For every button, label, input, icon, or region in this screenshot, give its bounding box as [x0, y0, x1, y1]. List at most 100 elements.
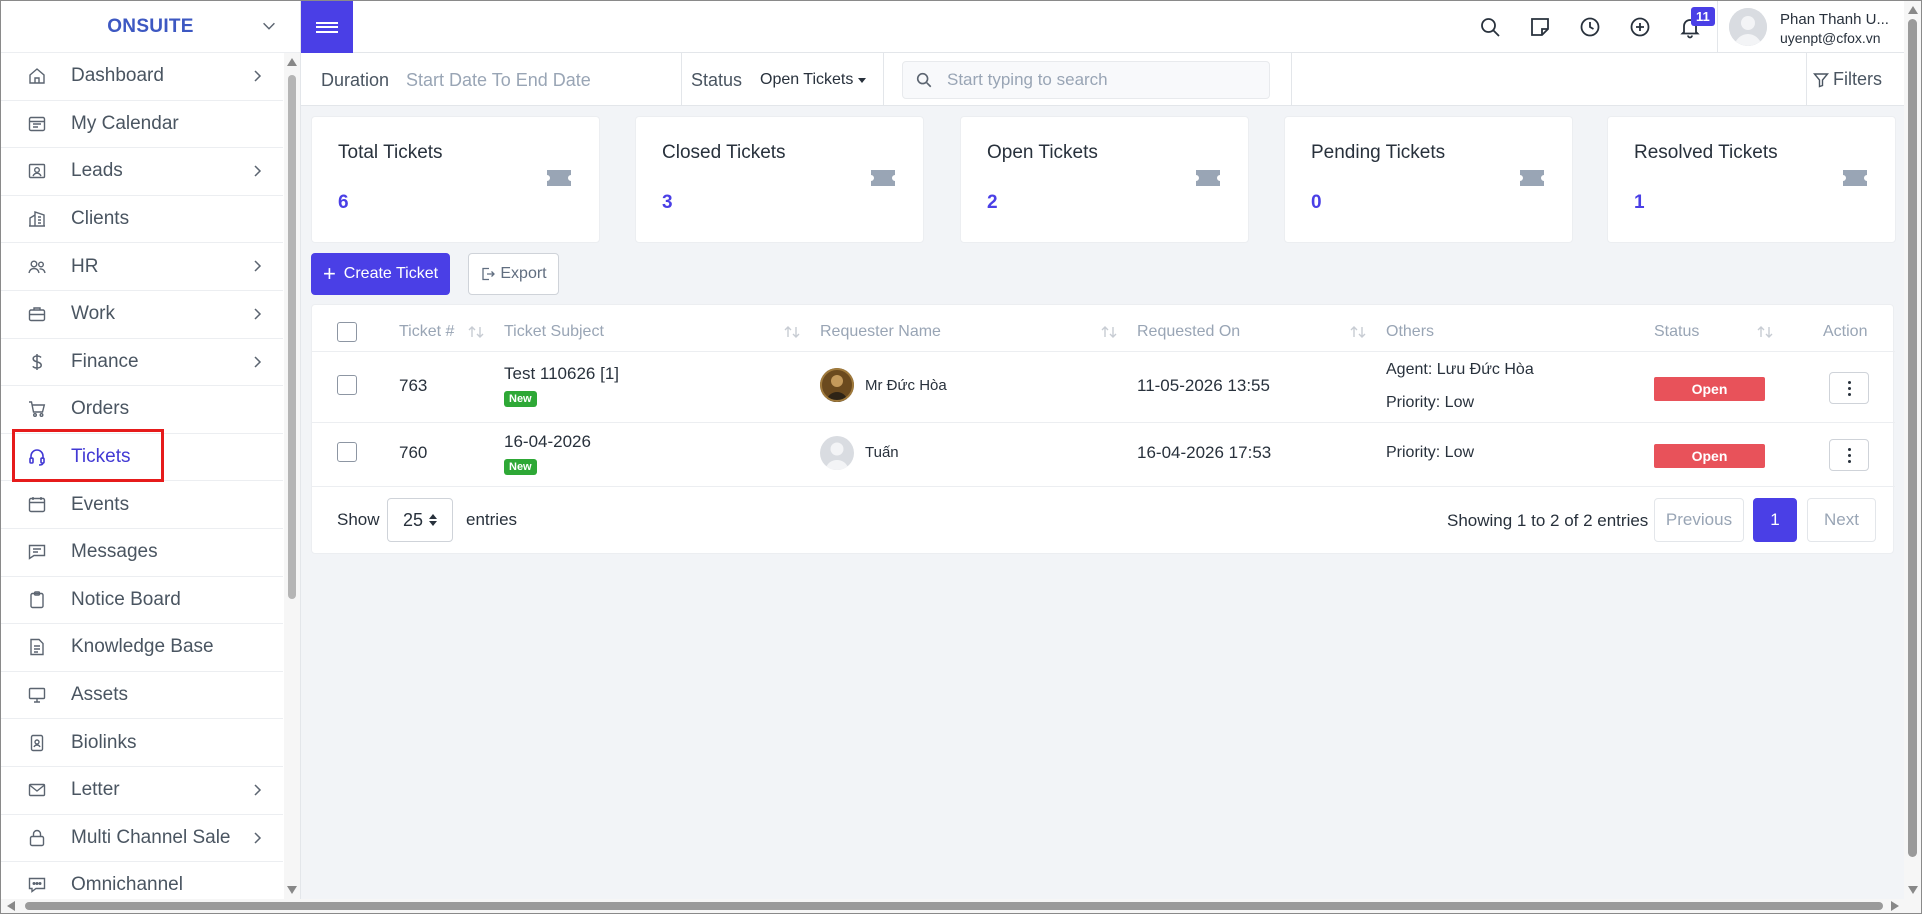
- vertical-scroll-thumb[interactable]: [1908, 19, 1917, 857]
- stat-card-closed-tickets[interactable]: Closed Tickets 3: [635, 116, 924, 243]
- sort-icon[interactable]: [1349, 324, 1367, 340]
- column-header-status[interactable]: Status: [1654, 323, 1699, 341]
- scroll-right-arrow-icon[interactable]: [1891, 901, 1899, 911]
- menu-toggle-button[interactable]: [301, 1, 353, 53]
- tickets-table: Ticket # Ticket Subject Requester Name R…: [311, 304, 1895, 554]
- sidebar-item-assets[interactable]: Assets: [1, 672, 283, 720]
- sidebar-item-label: Multi Channel Sale: [71, 826, 231, 848]
- row-action-button[interactable]: [1829, 372, 1869, 404]
- duration-label: Duration: [321, 70, 390, 90]
- new-badge: New: [504, 459, 537, 475]
- entries-label: entries: [466, 510, 518, 529]
- sidebar-item-hr[interactable]: HR: [1, 243, 283, 291]
- sidebar-item-dashboard[interactable]: Dashboard: [1, 53, 283, 101]
- sidebar-item-notice-board[interactable]: Notice Board: [1, 577, 283, 625]
- status-dropdown[interactable]: Open Tickets: [760, 71, 867, 89]
- divider: [1717, 1, 1718, 53]
- stat-card-open-tickets[interactable]: Open Tickets 2: [960, 116, 1249, 243]
- sort-icon[interactable]: [783, 324, 801, 340]
- sidebar-scroll-thumb[interactable]: [288, 75, 296, 599]
- date-range-input[interactable]: Start Date To End Date: [406, 70, 591, 91]
- divider: [1291, 53, 1292, 106]
- divider: [312, 351, 1895, 352]
- search-icon[interactable]: [1478, 15, 1502, 39]
- row-checkbox[interactable]: [337, 442, 357, 462]
- chevron-down-icon[interactable]: [260, 17, 278, 35]
- sidebar-item-clients[interactable]: Clients: [1, 196, 283, 244]
- search-input[interactable]: [947, 70, 1247, 90]
- sort-icon[interactable]: [1756, 324, 1774, 340]
- user-avatar[interactable]: [1729, 8, 1767, 46]
- hamburger-icon: [316, 19, 338, 35]
- page-horizontal-scrollbar[interactable]: [1, 899, 1921, 913]
- sidebar-item-multi-channel-sale[interactable]: Multi Channel Sale: [1, 815, 283, 863]
- scroll-down-arrow-icon[interactable]: [1908, 886, 1918, 894]
- column-header-ticket-subject[interactable]: Ticket Subject: [504, 323, 604, 341]
- building-icon: [26, 208, 48, 230]
- sidebar-item-events[interactable]: Events: [1, 481, 283, 529]
- create-ticket-button[interactable]: + Create Ticket: [311, 253, 450, 295]
- briefcase-icon: [26, 303, 48, 325]
- next-page-button[interactable]: Next: [1807, 498, 1876, 542]
- scroll-down-arrow-icon[interactable]: [287, 886, 297, 894]
- show-label: Show: [337, 510, 380, 529]
- brand-header[interactable]: ONSUITE: [1, 1, 300, 53]
- ticket-subject[interactable]: Test 110626 [1]: [504, 364, 619, 384]
- requester-name[interactable]: Mr Đức Hòa: [865, 377, 947, 394]
- filter-bar: Duration Start Date To End Date Status O…: [301, 53, 1904, 106]
- row-action-button[interactable]: [1829, 439, 1869, 471]
- select-all-checkbox[interactable]: [337, 322, 357, 342]
- sort-icon[interactable]: [1100, 324, 1118, 340]
- column-header-requester-name[interactable]: Requester Name: [820, 323, 941, 341]
- sidebar-item-knowledge-base[interactable]: Knowledge Base: [1, 624, 283, 672]
- stat-card-total-tickets[interactable]: Total Tickets 6: [311, 116, 600, 243]
- sidebar-item-my-calendar[interactable]: My Calendar: [1, 101, 283, 149]
- stat-card-pending-tickets[interactable]: Pending Tickets 0: [1284, 116, 1573, 243]
- sidebar-item-label: Omnichannel: [71, 874, 183, 896]
- previous-page-button[interactable]: Previous: [1654, 498, 1744, 542]
- sidebar-item-letter[interactable]: Letter: [1, 767, 283, 815]
- horizontal-scroll-thumb[interactable]: [25, 902, 1883, 910]
- stat-card-resolved-tickets[interactable]: Resolved Tickets 1: [1607, 116, 1896, 243]
- sidebar-item-finance[interactable]: Finance: [1, 339, 283, 387]
- sidebar-item-orders[interactable]: Orders: [1, 386, 283, 434]
- search-box[interactable]: [902, 61, 1270, 99]
- sidebar: ONSUITE Dashboard My Calendar Leads Clie…: [1, 1, 301, 899]
- sidebar-item-leads[interactable]: Leads: [1, 148, 283, 196]
- monitor-icon: [26, 684, 48, 706]
- clock-icon[interactable]: [1578, 15, 1602, 39]
- notification-count-badge: 11: [1691, 7, 1715, 26]
- column-header-requested-on[interactable]: Requested On: [1137, 323, 1240, 341]
- ticket-icon: [1843, 170, 1867, 186]
- scroll-up-arrow-icon[interactable]: [1908, 6, 1918, 14]
- home-icon: [26, 65, 48, 87]
- ticket-number[interactable]: 760: [399, 443, 427, 463]
- sticky-note-icon[interactable]: [1528, 15, 1552, 39]
- row-checkbox[interactable]: [337, 375, 357, 395]
- sidebar-scrollbar[interactable]: [284, 53, 300, 899]
- column-header-ticket-number[interactable]: Ticket #: [399, 323, 454, 341]
- ticket-number[interactable]: 763: [399, 376, 427, 396]
- requester-name[interactable]: Tuấn: [865, 444, 899, 461]
- sidebar-item-biolinks[interactable]: Biolinks: [1, 719, 283, 767]
- search-icon: [916, 72, 932, 88]
- divider: [1806, 53, 1807, 106]
- status-dropdown-value: Open Tickets: [760, 71, 854, 88]
- page-vertical-scrollbar[interactable]: [1904, 1, 1921, 899]
- entries-per-page-value: 25: [402, 509, 424, 530]
- ticket-subject[interactable]: 16-04-2026: [504, 432, 591, 452]
- scroll-left-arrow-icon[interactable]: [7, 901, 15, 911]
- add-circle-icon[interactable]: [1628, 15, 1652, 39]
- filters-button[interactable]: Filters: [1813, 69, 1882, 90]
- scroll-up-arrow-icon[interactable]: [287, 58, 297, 66]
- sidebar-item-work[interactable]: Work: [1, 291, 283, 339]
- export-button[interactable]: Export: [468, 253, 559, 295]
- ticket-icon: [1196, 170, 1220, 186]
- entries-per-page-select[interactable]: 25: [387, 498, 453, 542]
- page-1-button[interactable]: 1: [1753, 498, 1797, 542]
- sidebar-item-messages[interactable]: Messages: [1, 529, 283, 577]
- user-name[interactable]: Phan Thanh U...: [1780, 11, 1889, 28]
- sidebar-item-omnichannel[interactable]: Omnichannel: [1, 862, 283, 899]
- sort-icon[interactable]: [467, 324, 485, 340]
- priority-info: Priority: Low: [1386, 444, 1475, 461]
